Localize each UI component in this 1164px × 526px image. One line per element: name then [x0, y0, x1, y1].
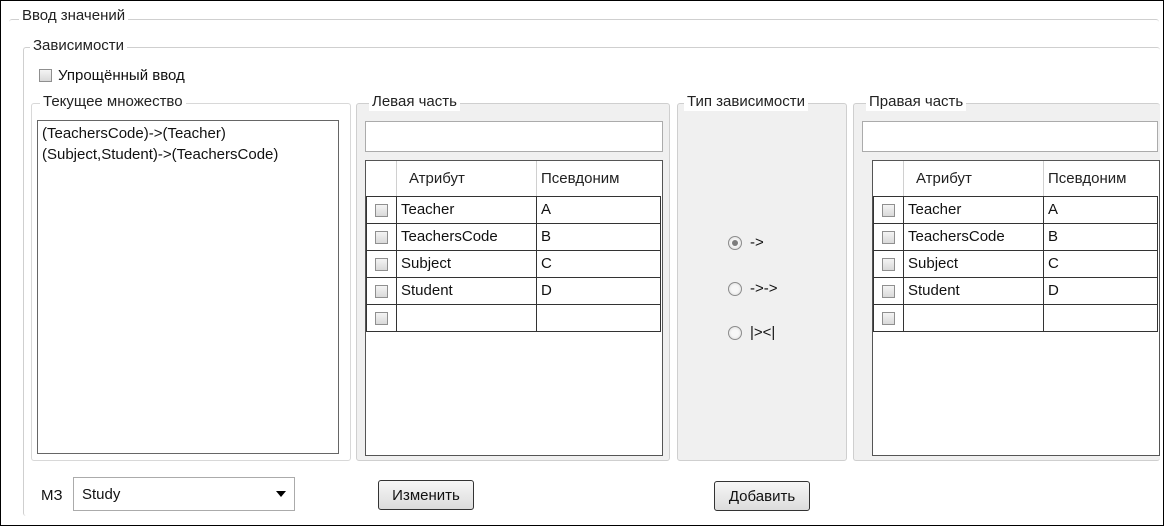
attribute-cell[interactable]	[396, 303, 537, 332]
left-part-panel: Левая часть Атрибут Псевдоним Teacher A …	[356, 93, 670, 461]
dependency-type-option-fd[interactable]: ->	[728, 234, 764, 251]
table-row[interactable]: Student D	[873, 276, 1158, 305]
alias-cell[interactable]: D	[536, 276, 661, 305]
mz-dropdown[interactable]: Study	[73, 477, 295, 511]
table-row[interactable]: Subject C	[873, 249, 1158, 278]
attribute-cell[interactable]: TeachersCode	[903, 222, 1044, 251]
dependency-type-title: Тип зависимости	[684, 93, 809, 111]
right-part-title: Правая часть	[866, 93, 967, 111]
alias-cell[interactable]: D	[1043, 276, 1158, 305]
current-set-item[interactable]: (TeachersCode)->(Teacher)	[42, 123, 334, 144]
row-checkbox[interactable]	[882, 203, 895, 217]
alias-cell[interactable]: C	[1043, 249, 1158, 278]
current-set-title: Текущее множество	[40, 93, 186, 111]
current-set-list[interactable]: (TeachersCode)->(Teacher) (Subject,Stude…	[37, 120, 339, 454]
row-checkbox[interactable]	[375, 257, 388, 271]
table-row[interactable]	[366, 303, 661, 332]
mz-label: МЗ	[41, 487, 63, 504]
attribute-cell[interactable]: Teacher	[396, 195, 537, 224]
row-checkbox[interactable]	[375, 284, 388, 298]
alias-cell[interactable]: C	[536, 249, 661, 278]
dependency-type-option-join[interactable]: |><|	[728, 324, 775, 341]
column-header-alias[interactable]: Псевдоним	[1043, 161, 1158, 197]
row-checkbox[interactable]	[882, 284, 895, 298]
attribute-cell[interactable]	[903, 303, 1044, 332]
right-part-grid: Атрибут Псевдоним Teacher A TeachersCode…	[872, 160, 1160, 456]
column-header-alias[interactable]: Псевдоним	[536, 161, 661, 197]
simplified-input-checkbox[interactable]: Упрощённый ввод	[39, 67, 185, 84]
right-part-input[interactable]	[862, 121, 1158, 152]
chevron-down-icon[interactable]	[276, 491, 286, 497]
radio-label: ->	[750, 234, 764, 251]
alias-cell[interactable]: A	[536, 195, 661, 224]
table-row[interactable]: Teacher A	[873, 195, 1158, 224]
dependency-type-panel: Тип зависимости -> ->-> |><|	[677, 93, 847, 461]
radio-button[interactable]	[728, 235, 742, 250]
current-set-item[interactable]: (Subject,Student)->(TeachersCode)	[42, 144, 334, 165]
left-part-input[interactable]	[365, 121, 663, 152]
grid-corner	[873, 161, 904, 197]
grid-corner	[366, 161, 397, 197]
radio-label: ->->	[750, 280, 778, 297]
table-row[interactable]: Teacher A	[366, 195, 661, 224]
alias-cell[interactable]: B	[536, 222, 661, 251]
table-row[interactable]: Subject C	[366, 249, 661, 278]
input-values-title: Ввод значений	[19, 7, 129, 25]
alias-cell[interactable]	[536, 303, 661, 332]
attribute-cell[interactable]: Student	[396, 276, 537, 305]
alias-cell[interactable]: A	[1043, 195, 1158, 224]
left-part-grid: Атрибут Псевдоним Teacher A TeachersCode…	[365, 160, 663, 456]
simplified-input-label: Упрощённый ввод	[58, 67, 185, 84]
table-row[interactable]: TeachersCode B	[366, 222, 661, 251]
dependencies-title: Зависимости	[30, 37, 128, 55]
radio-button[interactable]	[728, 281, 742, 296]
column-header-attribute[interactable]: Атрибут	[396, 161, 537, 197]
mz-dropdown-value: Study	[82, 485, 121, 503]
attribute-cell[interactable]: Teacher	[903, 195, 1044, 224]
table-row[interactable]	[873, 303, 1158, 332]
add-button[interactable]: Добавить	[714, 481, 810, 511]
radio-label: |><|	[750, 324, 776, 341]
attribute-cell[interactable]: TeachersCode	[396, 222, 537, 251]
table-row[interactable]: Student D	[366, 276, 661, 305]
alias-cell[interactable]	[1043, 303, 1158, 332]
attribute-cell[interactable]: Subject	[396, 249, 537, 278]
row-checkbox[interactable]	[882, 257, 895, 271]
right-part-panel: Правая часть Атрибут Псевдоним Teacher A…	[853, 93, 1160, 461]
row-checkbox[interactable]	[375, 203, 388, 217]
radio-button[interactable]	[728, 325, 742, 340]
row-checkbox[interactable]	[375, 311, 388, 325]
column-header-attribute[interactable]: Атрибут	[903, 161, 1044, 197]
row-checkbox[interactable]	[882, 311, 895, 325]
attribute-cell[interactable]: Student	[903, 276, 1044, 305]
input-values-window: Ввод значений Зависимости Упрощённый вво…	[0, 0, 1164, 526]
alias-cell[interactable]: B	[1043, 222, 1158, 251]
dependency-type-option-mvd[interactable]: ->->	[728, 280, 778, 297]
current-set-group: Текущее множество (TeachersCode)->(Teach…	[31, 93, 351, 461]
change-button[interactable]: Изменить	[378, 480, 474, 510]
table-row[interactable]: TeachersCode B	[873, 222, 1158, 251]
row-checkbox[interactable]	[882, 230, 895, 244]
simplified-input-check-box[interactable]	[39, 69, 52, 82]
row-checkbox[interactable]	[375, 230, 388, 244]
attribute-cell[interactable]: Subject	[903, 249, 1044, 278]
left-part-title: Левая часть	[369, 93, 460, 111]
